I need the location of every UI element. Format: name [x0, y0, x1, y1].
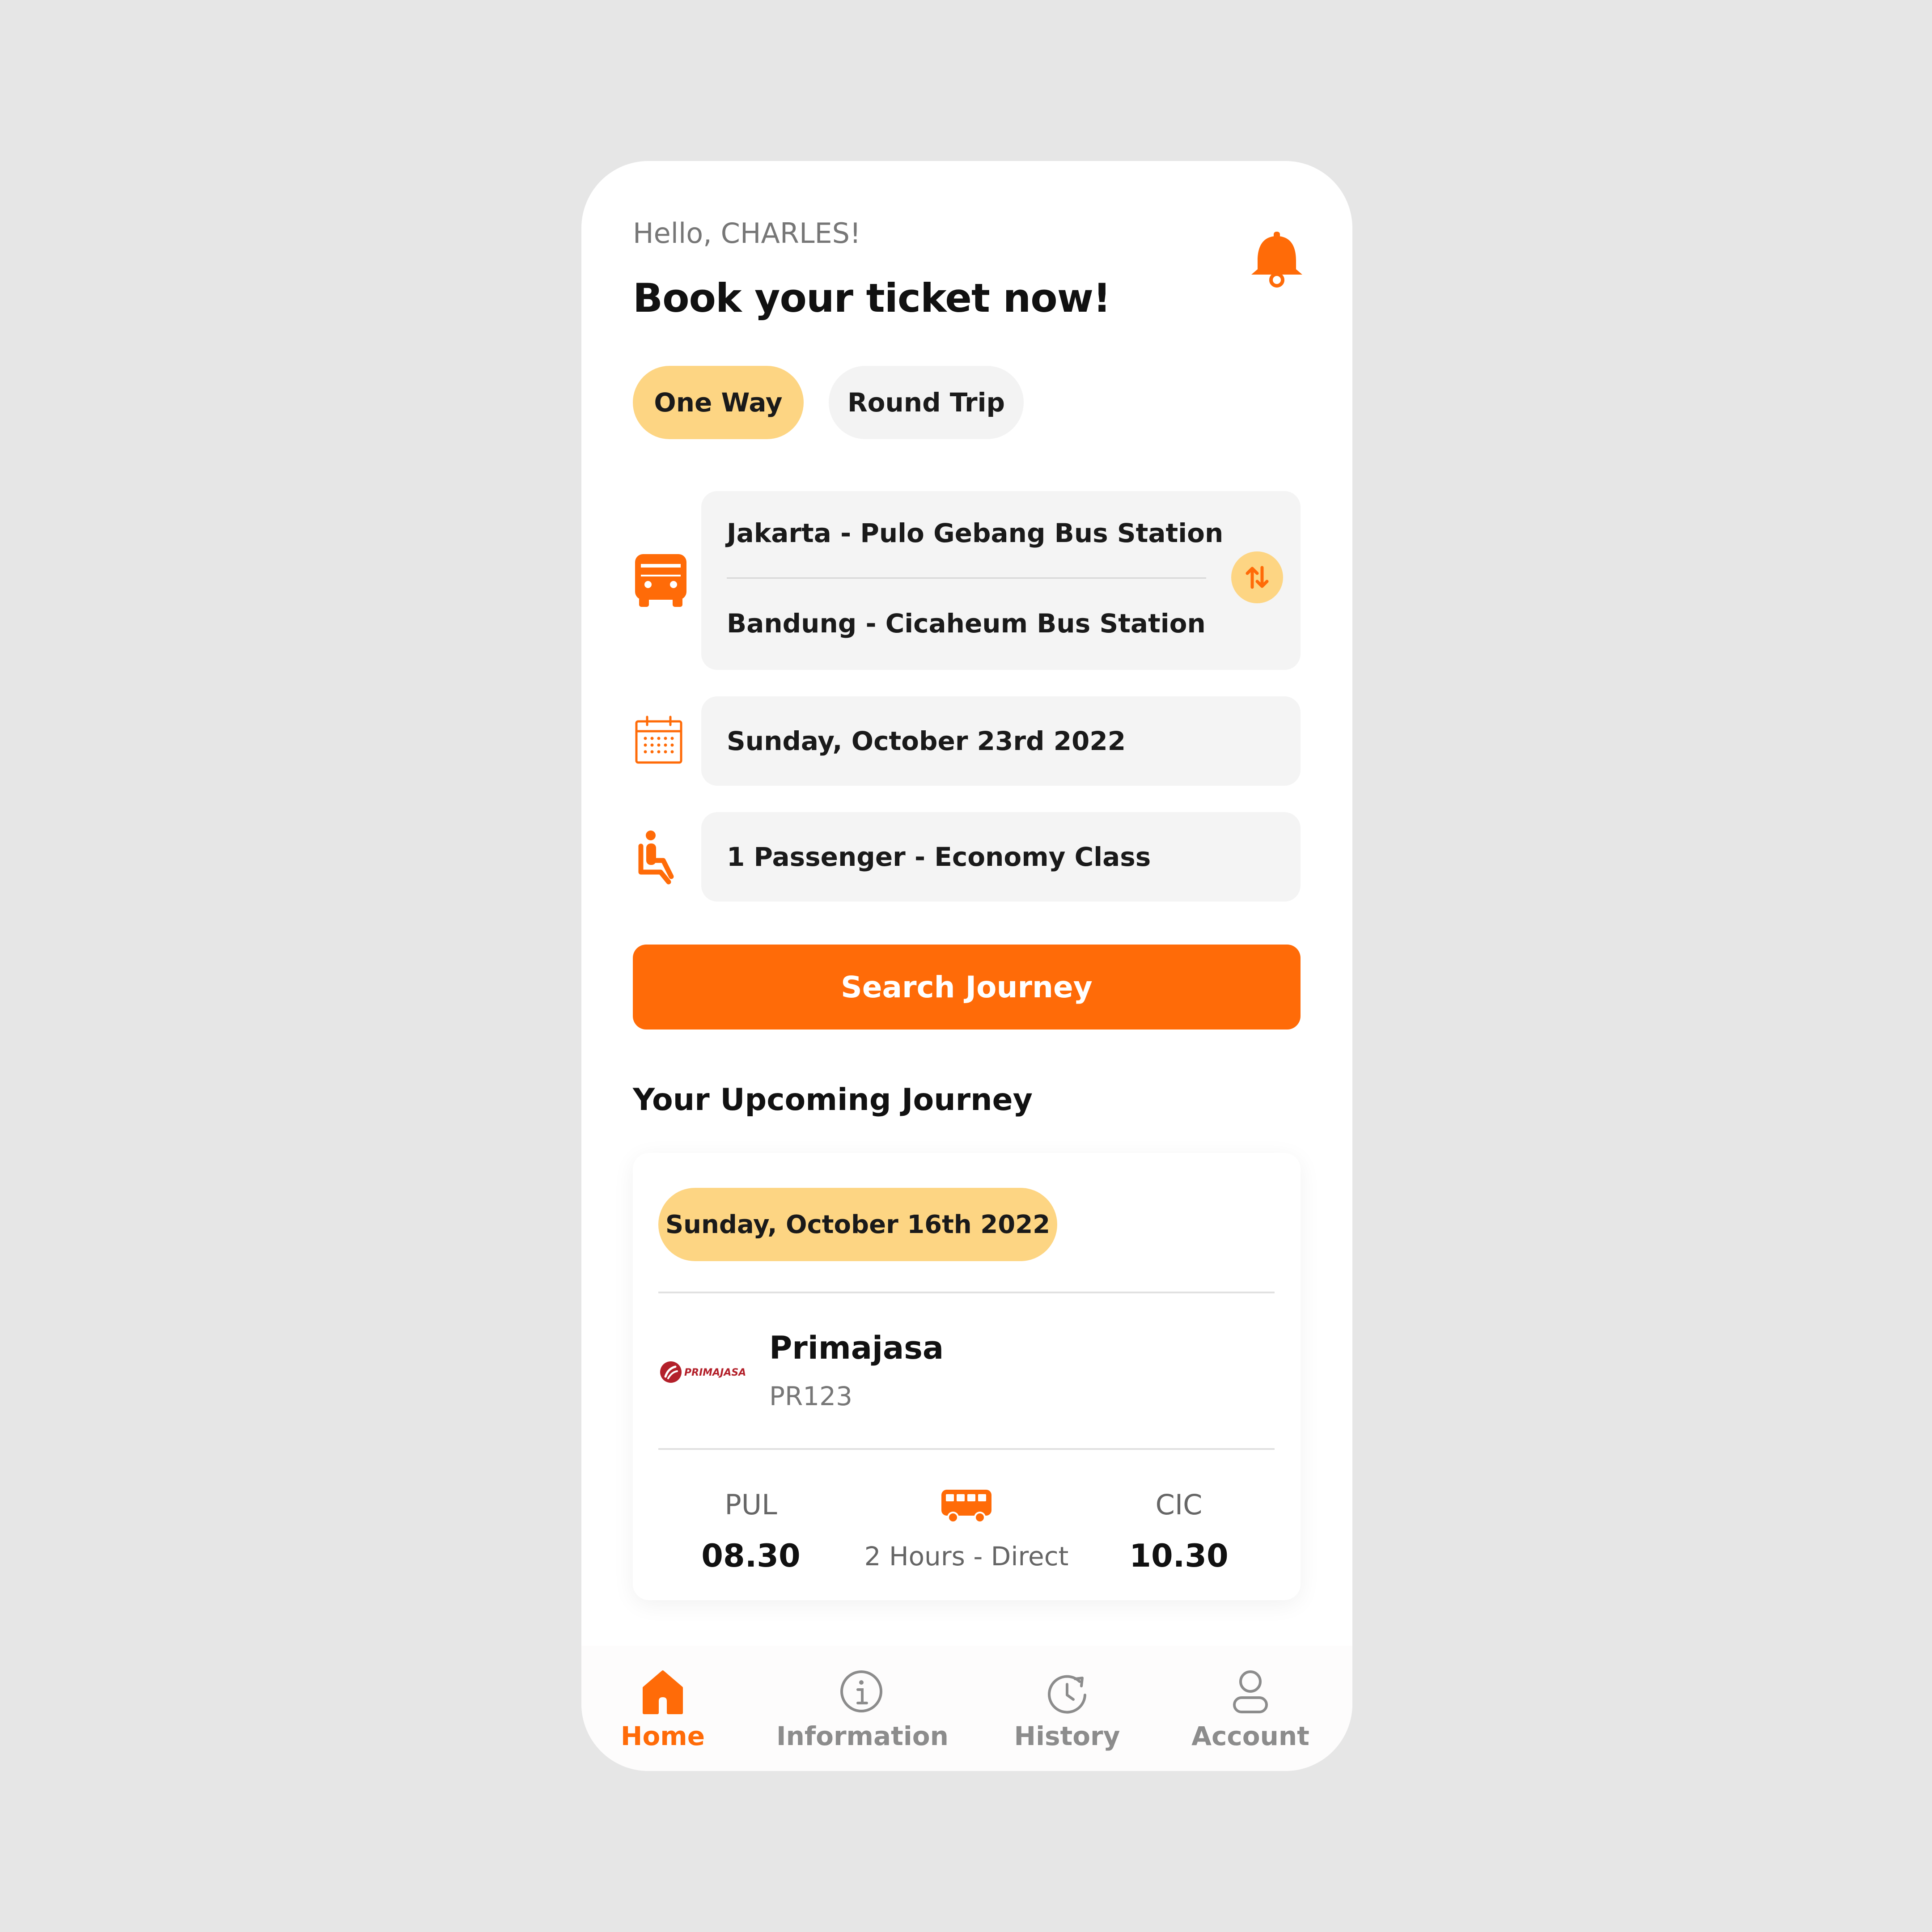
nav-label-information: Information — [776, 1721, 949, 1751]
upcoming-section-title: Your Upcoming Journey — [633, 1082, 1033, 1118]
divider — [658, 1292, 1275, 1293]
notification-button[interactable] — [1248, 228, 1306, 291]
nav-label-history: History — [1014, 1721, 1120, 1751]
home-icon — [640, 1668, 685, 1717]
upcoming-journey-card[interactable]: Sunday, October 16th 2022 PRIMAJASA Prim… — [633, 1153, 1301, 1600]
one-way-option[interactable]: One Way — [633, 366, 804, 439]
arrival-time: 10.30 — [1129, 1538, 1229, 1574]
nav-item-account[interactable]: Account — [1165, 1646, 1335, 1771]
round-trip-option[interactable]: Round Trip — [829, 366, 1024, 439]
bell-icon — [1251, 232, 1302, 288]
swap-route-button[interactable] — [1231, 551, 1283, 603]
info-icon — [839, 1668, 884, 1717]
swap-vertical-icon — [1246, 566, 1269, 589]
seat-icon — [633, 829, 689, 885]
destination-field[interactable]: Bandung - Cicaheum Bus Station — [727, 608, 1206, 639]
trip-duration: 2 Hours - Direct — [864, 1541, 1069, 1572]
svg-text:PRIMAJASA: PRIMAJASA — [684, 1367, 746, 1378]
nav-item-information[interactable]: Information — [776, 1646, 949, 1771]
app-screen: Hello, CHARLES! Book your ticket now! On… — [581, 161, 1352, 1771]
operator-logo: PRIMAJASA — [658, 1359, 752, 1385]
bottom-nav: Home Information History Account — [581, 1646, 1352, 1771]
nav-label-account: Account — [1191, 1721, 1309, 1751]
departure-time: 08.30 — [701, 1538, 801, 1574]
calendar-icon — [633, 713, 689, 769]
route-selector: Jakarta - Pulo Gebang Bus Station Bandun… — [701, 491, 1301, 670]
nav-label-home: Home — [620, 1721, 705, 1751]
passenger-class-field[interactable]: 1 Passenger - Economy Class — [701, 812, 1301, 902]
route-divider — [727, 577, 1206, 579]
arrival-station-code: CIC — [1155, 1488, 1203, 1521]
bus-side-icon — [940, 1486, 993, 1526]
origin-field[interactable]: Jakarta - Pulo Gebang Bus Station — [727, 518, 1223, 548]
account-icon — [1228, 1668, 1273, 1717]
bus-front-icon — [633, 552, 689, 608]
history-icon — [1045, 1668, 1089, 1717]
journey-date-badge: Sunday, October 16th 2022 — [658, 1188, 1057, 1261]
divider — [658, 1448, 1275, 1450]
search-journey-button[interactable]: Search Journey — [633, 945, 1301, 1030]
departure-date-field[interactable]: Sunday, October 23rd 2022 — [701, 696, 1301, 786]
nav-item-history[interactable]: History — [982, 1646, 1152, 1771]
greeting-text: Hello, CHARLES! — [633, 217, 861, 250]
operator-name: Primajasa — [769, 1330, 944, 1366]
page-title: Book your ticket now! — [633, 275, 1111, 321]
nav-item-home[interactable]: Home — [581, 1646, 748, 1771]
departure-station-code: PUL — [724, 1488, 777, 1521]
operator-code: PR123 — [769, 1381, 852, 1411]
